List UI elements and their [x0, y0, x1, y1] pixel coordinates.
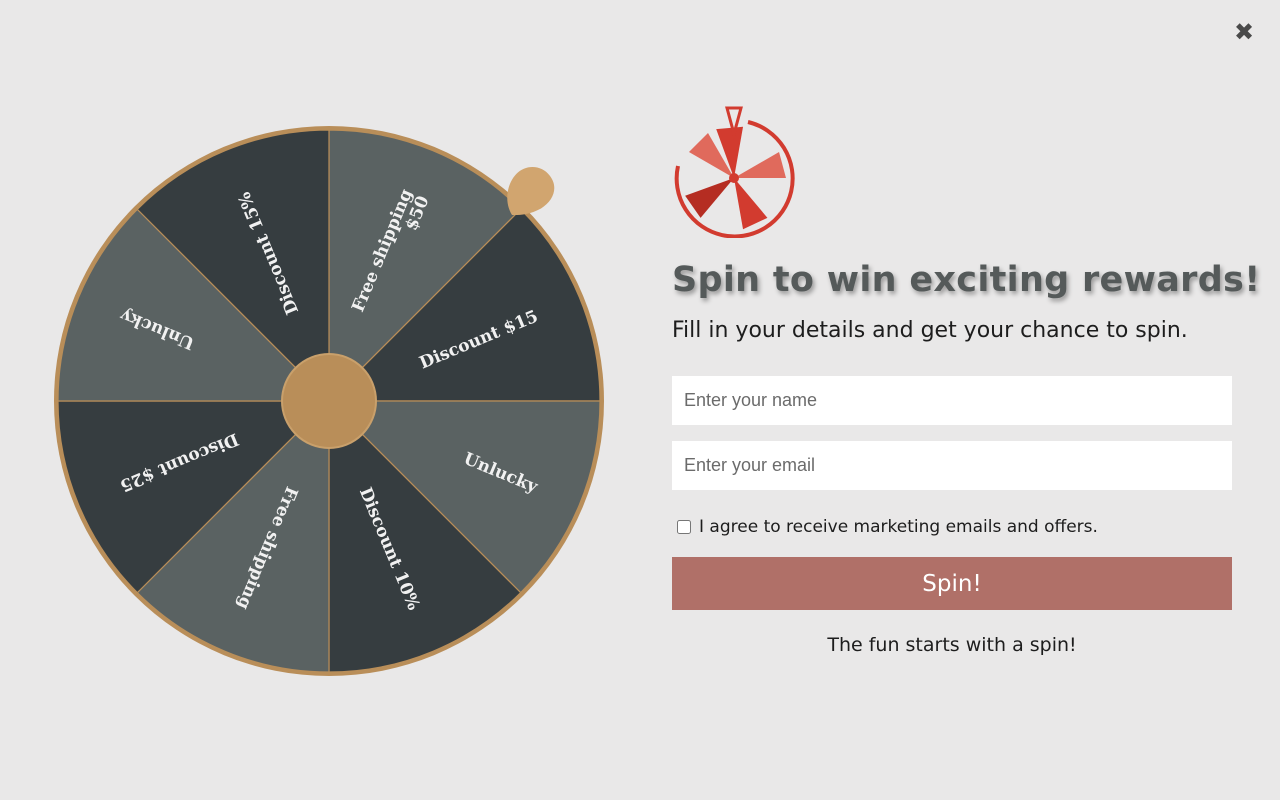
page-subtitle: Fill in your details and get your chance…: [672, 318, 1188, 343]
wheel-hub[interactable]: [281, 353, 377, 449]
footnote-text: The fun starts with a spin!: [827, 634, 1077, 656]
page-title: Spin to win exciting rewards!: [672, 260, 1261, 300]
spin-popup: ✖ Free shipping $50 Discount $15 Unlucky Dis…: [0, 0, 1280, 800]
logo-wedge: [685, 178, 734, 218]
email-input[interactable]: [672, 441, 1232, 490]
spin-wheel-logo-icon: [674, 106, 795, 238]
consent-row[interactable]: I agree to receive marketing emails and …: [672, 516, 1232, 538]
consent-label: I agree to receive marketing emails and …: [699, 517, 1098, 537]
logo-wedge: [734, 178, 768, 230]
logo-wedge: [716, 126, 744, 178]
signup-panel: Spin to win exciting rewards! Fill in yo…: [672, 106, 1261, 656]
consent-checkbox[interactable]: [677, 520, 691, 534]
logo-wedge: [734, 152, 786, 178]
spin-button[interactable]: Spin!: [672, 557, 1232, 610]
logo-hub: [729, 173, 739, 183]
prize-wheel[interactable]: Free shipping $50 Discount $15 Unlucky Disco…: [50, 122, 608, 680]
name-input[interactable]: [672, 376, 1232, 425]
close-icon[interactable]: ✖: [1230, 18, 1258, 46]
prize-wheel-graphic: Free shipping$50Discount $15UnluckyDisco…: [54, 126, 604, 676]
